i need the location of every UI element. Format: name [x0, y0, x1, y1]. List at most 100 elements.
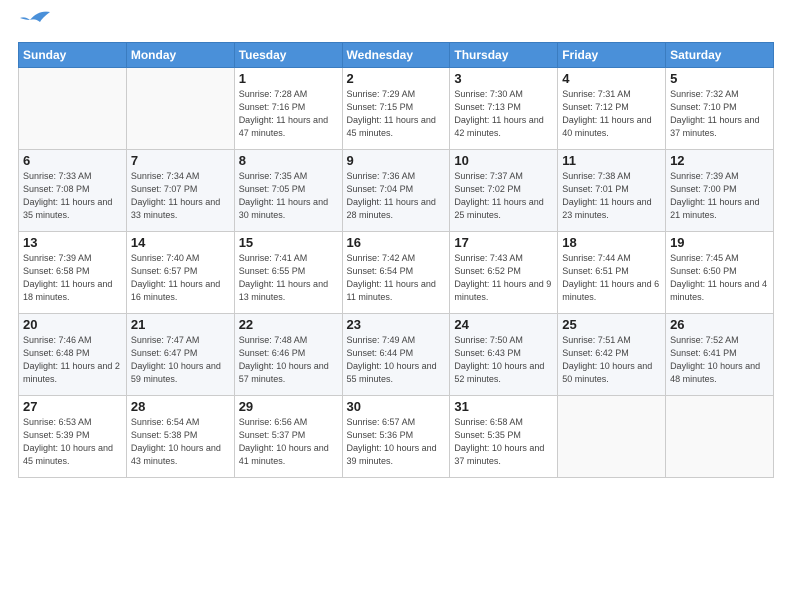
weekday-header-friday: Friday	[558, 43, 666, 68]
day-info: Sunrise: 6:57 AMSunset: 5:36 PMDaylight:…	[347, 416, 446, 468]
day-number: 13	[23, 235, 122, 250]
day-number: 21	[131, 317, 230, 332]
page: SundayMondayTuesdayWednesdayThursdayFrid…	[0, 0, 792, 612]
calendar-cell: 15Sunrise: 7:41 AMSunset: 6:55 PMDayligh…	[234, 232, 342, 314]
calendar-cell: 2 Sunrise: 7:29 AMSunset: 7:15 PMDaylight…	[342, 68, 450, 150]
calendar-cell: 9 Sunrise: 7:36 AMSunset: 7:04 PMDaylight…	[342, 150, 450, 232]
day-info: Sunrise: 7:36 AMSunset: 7:04 PMDaylight:…	[347, 170, 446, 222]
calendar-cell: 16Sunrise: 7:42 AMSunset: 6:54 PMDayligh…	[342, 232, 450, 314]
calendar-week-5: 27 Sunrise: 6:53 AMSunset: 5:39 PMDayligh…	[19, 396, 774, 478]
calendar-cell: 4 Sunrise: 7:31 AMSunset: 7:12 PMDaylight…	[558, 68, 666, 150]
calendar-cell: 23 Sunrise: 7:49 AMSunset: 6:44 PMDayligh…	[342, 314, 450, 396]
day-info: Sunrise: 7:39 AMSunset: 7:00 PMDaylight:…	[670, 170, 769, 222]
day-number: 28	[131, 399, 230, 414]
calendar-cell: 28 Sunrise: 6:54 AMSunset: 5:38 PMDayligh…	[126, 396, 234, 478]
calendar-cell: 24 Sunrise: 7:50 AMSunset: 6:43 PMDayligh…	[450, 314, 558, 396]
day-info: Sunrise: 7:50 AMSunset: 6:43 PMDaylight:…	[454, 334, 553, 386]
day-info: Sunrise: 7:28 AMSunset: 7:16 PMDaylight:…	[239, 88, 338, 140]
day-number: 4	[562, 71, 661, 86]
logo-bird-icon	[20, 10, 50, 32]
day-info: Sunrise: 7:52 AMSunset: 6:41 PMDaylight:…	[670, 334, 769, 386]
day-number: 3	[454, 71, 553, 86]
day-number: 10	[454, 153, 553, 168]
calendar-cell: 25 Sunrise: 7:51 AMSunset: 6:42 PMDayligh…	[558, 314, 666, 396]
day-info: Sunrise: 7:49 AMSunset: 6:44 PMDaylight:…	[347, 334, 446, 386]
weekday-header-monday: Monday	[126, 43, 234, 68]
day-info: Sunrise: 6:54 AMSunset: 5:38 PMDaylight:…	[131, 416, 230, 468]
calendar-cell	[19, 68, 127, 150]
calendar-week-1: 1 Sunrise: 7:28 AMSunset: 7:16 PMDaylight…	[19, 68, 774, 150]
day-info: Sunrise: 6:56 AMSunset: 5:37 PMDaylight:…	[239, 416, 338, 468]
day-number: 9	[347, 153, 446, 168]
day-info: Sunrise: 7:34 AMSunset: 7:07 PMDaylight:…	[131, 170, 230, 222]
calendar-cell: 17Sunrise: 7:43 AMSunset: 6:52 PMDayligh…	[450, 232, 558, 314]
header	[18, 18, 774, 32]
weekday-header-thursday: Thursday	[450, 43, 558, 68]
day-number: 12	[670, 153, 769, 168]
day-number: 14	[131, 235, 230, 250]
weekday-header-wednesday: Wednesday	[342, 43, 450, 68]
calendar-cell: 21 Sunrise: 7:47 AMSunset: 6:47 PMDayligh…	[126, 314, 234, 396]
day-info: Sunrise: 7:31 AMSunset: 7:12 PMDaylight:…	[562, 88, 661, 140]
weekday-header-row: SundayMondayTuesdayWednesdayThursdayFrid…	[19, 43, 774, 68]
day-info: Sunrise: 7:43 AMSunset: 6:52 PMDaylight:…	[454, 252, 553, 304]
day-number: 30	[347, 399, 446, 414]
calendar-week-4: 20 Sunrise: 7:46 AMSunset: 6:48 PMDayligh…	[19, 314, 774, 396]
day-info: Sunrise: 7:39 AMSunset: 6:58 PMDaylight:…	[23, 252, 122, 304]
day-info: Sunrise: 7:33 AMSunset: 7:08 PMDaylight:…	[23, 170, 122, 222]
calendar-cell	[558, 396, 666, 478]
calendar-cell: 26 Sunrise: 7:52 AMSunset: 6:41 PMDayligh…	[666, 314, 774, 396]
day-number: 23	[347, 317, 446, 332]
calendar-cell: 13 Sunrise: 7:39 AMSunset: 6:58 PMDayligh…	[19, 232, 127, 314]
calendar-cell: 7Sunrise: 7:34 AMSunset: 7:07 PMDaylight…	[126, 150, 234, 232]
day-number: 27	[23, 399, 122, 414]
calendar-cell: 29 Sunrise: 6:56 AMSunset: 5:37 PMDayligh…	[234, 396, 342, 478]
day-number: 25	[562, 317, 661, 332]
calendar-cell: 14 Sunrise: 7:40 AMSunset: 6:57 PMDayligh…	[126, 232, 234, 314]
day-info: Sunrise: 7:48 AMSunset: 6:46 PMDaylight:…	[239, 334, 338, 386]
day-info: Sunrise: 7:44 AMSunset: 6:51 PMDaylight:…	[562, 252, 661, 304]
day-number: 2	[347, 71, 446, 86]
day-number: 31	[454, 399, 553, 414]
calendar-cell: 1 Sunrise: 7:28 AMSunset: 7:16 PMDaylight…	[234, 68, 342, 150]
day-info: Sunrise: 7:51 AMSunset: 6:42 PMDaylight:…	[562, 334, 661, 386]
calendar-cell: 5Sunrise: 7:32 AMSunset: 7:10 PMDaylight…	[666, 68, 774, 150]
calendar-cell: 30 Sunrise: 6:57 AMSunset: 5:36 PMDayligh…	[342, 396, 450, 478]
day-number: 24	[454, 317, 553, 332]
logo	[18, 18, 50, 32]
day-number: 20	[23, 317, 122, 332]
calendar-cell: 11Sunrise: 7:38 AMSunset: 7:01 PMDayligh…	[558, 150, 666, 232]
calendar-cell	[666, 396, 774, 478]
day-info: Sunrise: 7:29 AMSunset: 7:15 PMDaylight:…	[347, 88, 446, 140]
calendar-cell: 3 Sunrise: 7:30 AMSunset: 7:13 PMDaylight…	[450, 68, 558, 150]
day-number: 11	[562, 153, 661, 168]
day-number: 19	[670, 235, 769, 250]
calendar-cell: 18 Sunrise: 7:44 AMSunset: 6:51 PMDayligh…	[558, 232, 666, 314]
weekday-header-sunday: Sunday	[19, 43, 127, 68]
day-info: Sunrise: 7:40 AMSunset: 6:57 PMDaylight:…	[131, 252, 230, 304]
day-info: Sunrise: 7:35 AMSunset: 7:05 PMDaylight:…	[239, 170, 338, 222]
weekday-header-tuesday: Tuesday	[234, 43, 342, 68]
day-number: 18	[562, 235, 661, 250]
calendar-cell: 22 Sunrise: 7:48 AMSunset: 6:46 PMDayligh…	[234, 314, 342, 396]
calendar-week-2: 6Sunrise: 7:33 AMSunset: 7:08 PMDaylight…	[19, 150, 774, 232]
day-number: 26	[670, 317, 769, 332]
calendar-cell: 12 Sunrise: 7:39 AMSunset: 7:00 PMDayligh…	[666, 150, 774, 232]
calendar-cell: 8Sunrise: 7:35 AMSunset: 7:05 PMDaylight…	[234, 150, 342, 232]
calendar-cell: 6Sunrise: 7:33 AMSunset: 7:08 PMDaylight…	[19, 150, 127, 232]
day-info: Sunrise: 7:41 AMSunset: 6:55 PMDaylight:…	[239, 252, 338, 304]
day-info: Sunrise: 7:45 AMSunset: 6:50 PMDaylight:…	[670, 252, 769, 304]
day-number: 5	[670, 71, 769, 86]
day-number: 22	[239, 317, 338, 332]
day-info: Sunrise: 7:30 AMSunset: 7:13 PMDaylight:…	[454, 88, 553, 140]
day-info: Sunrise: 6:53 AMSunset: 5:39 PMDaylight:…	[23, 416, 122, 468]
calendar-cell: 10Sunrise: 7:37 AMSunset: 7:02 PMDayligh…	[450, 150, 558, 232]
day-number: 29	[239, 399, 338, 414]
calendar-cell: 31Sunrise: 6:58 AMSunset: 5:35 PMDayligh…	[450, 396, 558, 478]
calendar-cell: 20 Sunrise: 7:46 AMSunset: 6:48 PMDayligh…	[19, 314, 127, 396]
day-info: Sunrise: 7:46 AMSunset: 6:48 PMDaylight:…	[23, 334, 122, 386]
calendar-cell: 19 Sunrise: 7:45 AMSunset: 6:50 PMDayligh…	[666, 232, 774, 314]
calendar-table: SundayMondayTuesdayWednesdayThursdayFrid…	[18, 42, 774, 478]
day-info: Sunrise: 7:47 AMSunset: 6:47 PMDaylight:…	[131, 334, 230, 386]
day-number: 1	[239, 71, 338, 86]
